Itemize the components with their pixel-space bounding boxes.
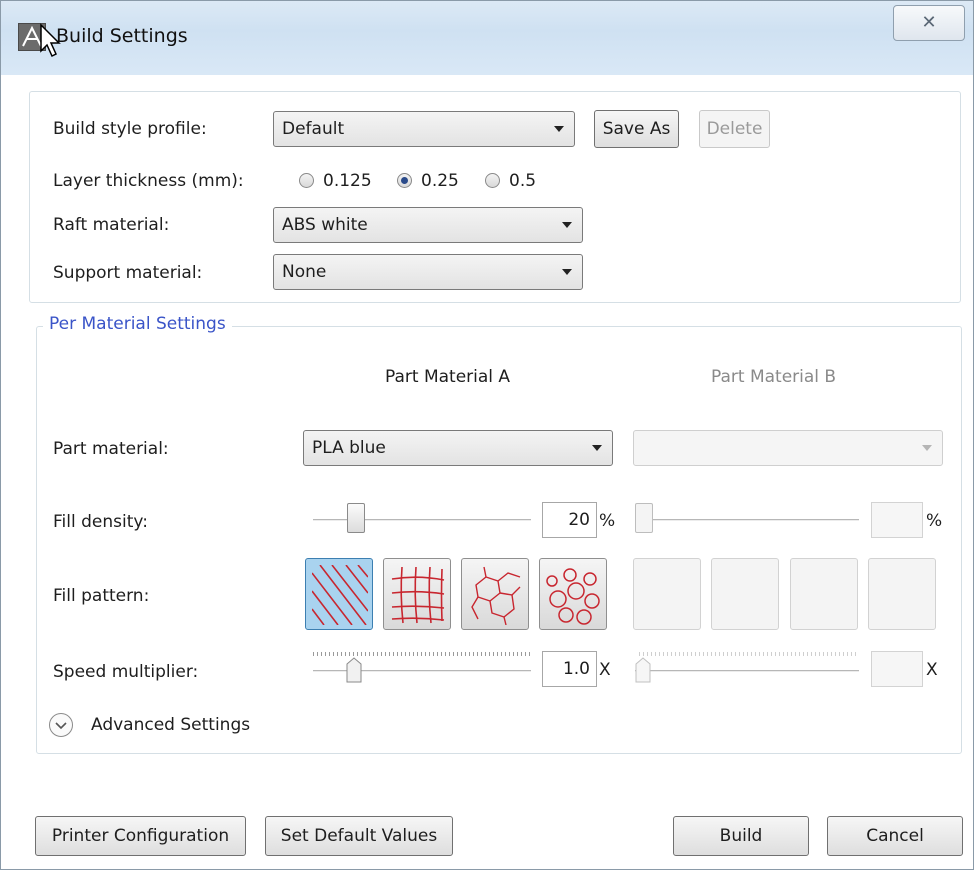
speed-b-input[interactable]: [871, 651, 923, 687]
part-material-a-select[interactable]: PLA blue: [303, 430, 613, 466]
chevron-down-icon: [922, 445, 932, 451]
delete-button[interactable]: Delete: [699, 110, 770, 148]
pattern-b-slot-4[interactable]: [868, 558, 936, 630]
honeycomb-pattern-icon: [471, 566, 521, 625]
title-bar[interactable]: Build Settings ✕: [1, 1, 973, 75]
grid-pattern-icon: [391, 566, 445, 624]
diagonal-lines-pattern-button[interactable]: [305, 558, 373, 630]
build-style-label: Build style profile:: [53, 119, 207, 139]
support-material-select[interactable]: None: [273, 254, 583, 290]
speed-a-unit: X: [599, 660, 611, 680]
pattern-b-slot-3[interactable]: [790, 558, 858, 630]
save-as-button[interactable]: Save As: [594, 110, 679, 148]
raft-material-value: ABS white: [282, 215, 368, 235]
per-material-group: [36, 326, 962, 754]
chevron-down-icon: [562, 222, 572, 228]
part-material-b-select[interactable]: [633, 430, 943, 466]
fill-density-a-unit: %: [599, 511, 616, 531]
speed-b-track: [635, 670, 859, 672]
set-default-values-button[interactable]: Set Default Values: [265, 816, 453, 856]
fill-density-b-slider[interactable]: [635, 503, 653, 533]
build-button[interactable]: Build: [673, 816, 809, 856]
speed-b-ticks: [639, 652, 859, 656]
raft-material-select[interactable]: ABS white: [273, 207, 583, 243]
fill-density-label: Fill density:: [53, 512, 148, 532]
diagonal-lines-pattern-icon: [312, 565, 368, 625]
speed-a-slider[interactable]: [346, 657, 362, 683]
build-settings-window: Build Settings ✕ Build style profile: De…: [0, 0, 974, 870]
cancel-button[interactable]: Cancel: [827, 816, 963, 856]
chevron-down-icon: [562, 269, 572, 275]
radio-05[interactable]: [485, 173, 500, 188]
fill-density-b-input[interactable]: [871, 502, 923, 538]
speed-b-slider[interactable]: [635, 657, 651, 683]
fill-pattern-label: Fill pattern:: [53, 586, 150, 606]
part-material-a-value: PLA blue: [312, 438, 386, 458]
fill-density-a-input[interactable]: 20: [542, 502, 597, 538]
build-style-select[interactable]: Default: [273, 111, 575, 147]
speed-a-ticks: [313, 652, 531, 656]
fill-density-b-unit: %: [926, 511, 943, 531]
honeycomb-pattern-button[interactable]: [461, 558, 529, 630]
build-style-value: Default: [282, 119, 345, 139]
part-material-b-heading: Part Material B: [711, 367, 837, 387]
fill-density-b-track: [635, 519, 859, 521]
close-button[interactable]: ✕: [893, 5, 965, 41]
radio-0125[interactable]: [299, 173, 314, 188]
radio-025-label: 0.25: [421, 171, 459, 191]
radio-025[interactable]: [397, 173, 412, 188]
printer-configuration-button[interactable]: Printer Configuration: [35, 816, 246, 856]
fill-density-a-track: [313, 519, 531, 521]
radio-0125-label: 0.125: [323, 171, 372, 191]
support-material-label: Support material:: [53, 263, 203, 283]
expand-chevron-icon[interactable]: [49, 713, 73, 737]
part-material-label: Part material:: [53, 439, 169, 459]
radio-05-label: 0.5: [509, 171, 537, 191]
circles-pattern-icon: [546, 568, 600, 625]
raft-material-label: Raft material:: [53, 215, 170, 235]
chevron-down-icon: [592, 445, 602, 451]
grid-pattern-button[interactable]: [383, 558, 451, 630]
window-title: Build Settings: [56, 25, 188, 47]
support-material-value: None: [282, 262, 327, 282]
mouse-cursor-icon: [40, 23, 61, 58]
speed-b-unit: X: [926, 660, 938, 680]
speed-multiplier-label: Speed multiplier:: [53, 662, 199, 682]
speed-a-input[interactable]: 1.0: [542, 651, 597, 687]
layer-thickness-label: Layer thickness (mm):: [53, 171, 244, 191]
fill-density-a-slider[interactable]: [347, 503, 365, 533]
advanced-settings-toggle[interactable]: Advanced Settings: [91, 715, 250, 735]
chevron-down-icon: [554, 126, 564, 132]
per-material-legend: Per Material Settings: [43, 314, 232, 334]
part-material-a-heading: Part Material A: [385, 367, 511, 387]
circles-pattern-button[interactable]: [539, 558, 607, 630]
pattern-b-slot-1[interactable]: [633, 558, 701, 630]
pattern-b-slot-2[interactable]: [711, 558, 779, 630]
